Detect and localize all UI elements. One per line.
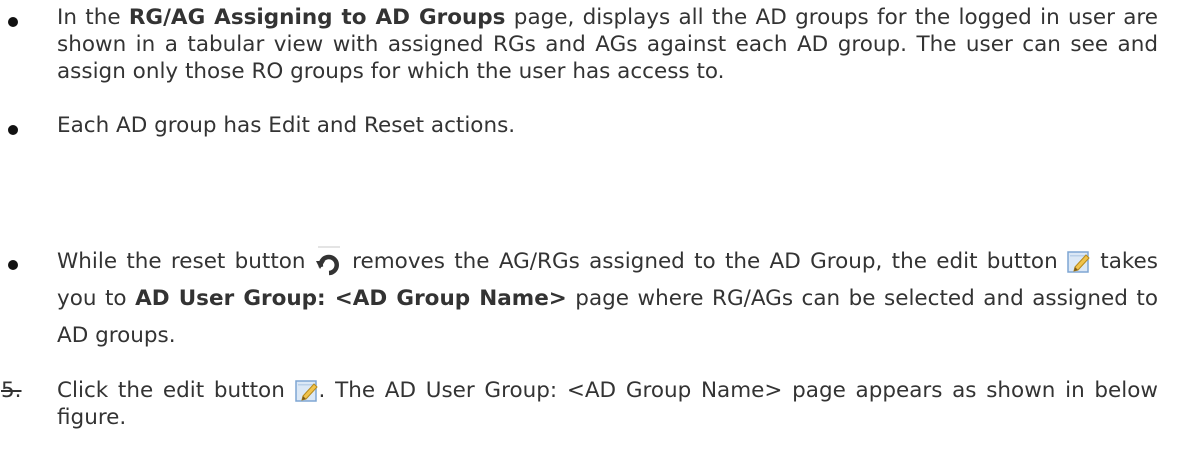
bold-term: AD User Group: <AD Group Name> xyxy=(135,286,567,311)
bullet-marker xyxy=(8,17,18,27)
text-segment: While the reset button xyxy=(57,249,315,274)
edit-icon[interactable] xyxy=(294,379,319,403)
bold-term: RG/AG Assigning to AD Groups xyxy=(128,5,506,30)
edit-icon[interactable] xyxy=(1067,250,1091,274)
bullet-marker xyxy=(8,125,18,135)
bullet-marker xyxy=(8,260,18,270)
text-segment: In the xyxy=(57,5,129,30)
reset-icon[interactable] xyxy=(315,245,343,279)
paragraph-text: Each AD group has Edit and Reset actions… xyxy=(57,113,516,138)
paragraph-text: Click the edit button . The AD User Grou… xyxy=(57,377,1158,431)
text-segment: removes the AG/RGs assigned to the AD Gr… xyxy=(342,249,1067,274)
document-page: In the RG/AG Assigning to AD Groups page… xyxy=(0,0,1179,465)
paragraph-text: While the reset button removes the AG/RG… xyxy=(57,243,1158,354)
text-segment: Click the edit button xyxy=(57,378,295,403)
step-number: 5. xyxy=(1,378,22,403)
paragraph-text: In the RG/AG Assigning to AD Groups page… xyxy=(57,4,1158,85)
